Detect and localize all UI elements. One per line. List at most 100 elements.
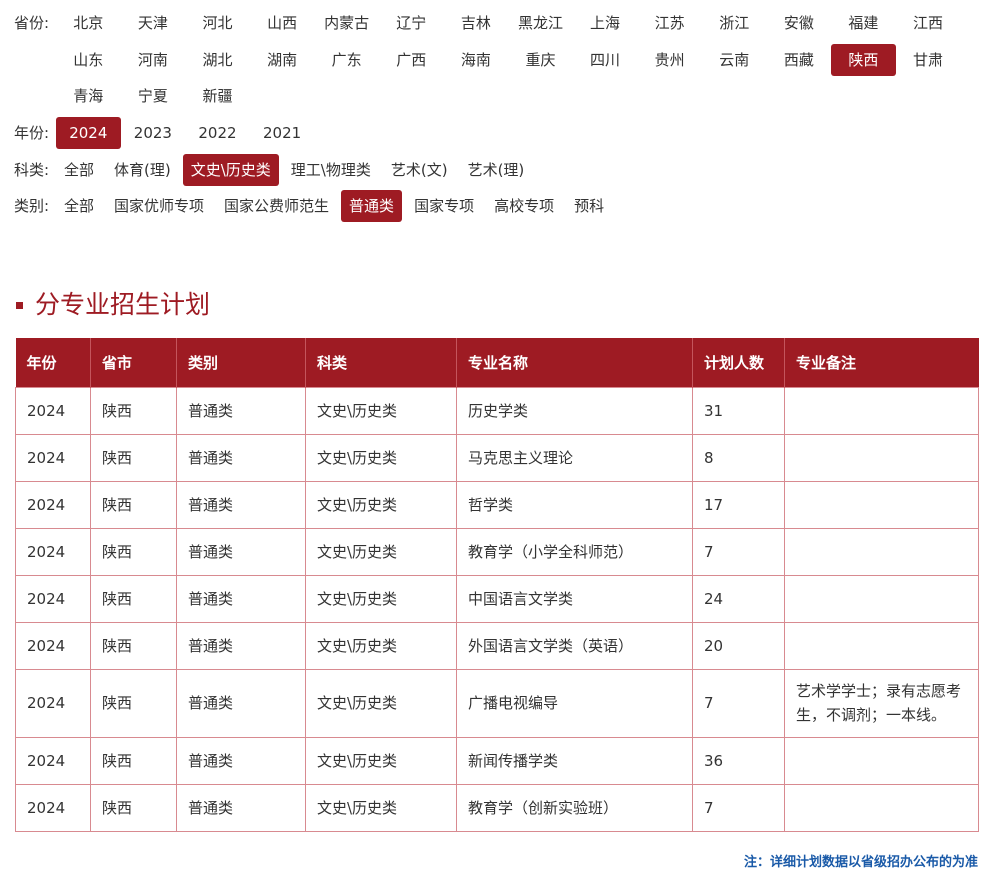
cell-category: 普通类 — [176, 433, 306, 482]
province-option[interactable]: 山东 — [56, 44, 121, 76]
province-option[interactable]: 陕西 — [831, 43, 896, 76]
province-option[interactable]: 四川 — [573, 44, 638, 76]
subject-option[interactable]: 艺术(文) — [383, 154, 456, 186]
province-option[interactable]: 青海 — [56, 80, 121, 112]
province-option[interactable]: 天津 — [121, 7, 186, 39]
province-option[interactable]: 江苏 — [637, 7, 702, 39]
cell-major-name: 马克思主义理论 — [456, 433, 693, 482]
subject-option[interactable]: 理工\物理类 — [283, 154, 379, 186]
subject-option[interactable]: 全部 — [56, 154, 102, 186]
cell-year: 2024 — [15, 386, 91, 435]
year-option[interactable]: 2022 — [185, 117, 250, 149]
table-row: 2024 陕西 普通类 文史\历史类 哲学类 17 — [15, 480, 979, 529]
subject-option[interactable]: 体育(理) — [106, 154, 179, 186]
cell-province: 陕西 — [90, 574, 177, 623]
province-option[interactable]: 贵州 — [637, 44, 702, 76]
category-option[interactable]: 国家优师专项 — [106, 190, 212, 222]
province-option[interactable]: 广东 — [314, 44, 379, 76]
province-option[interactable]: 辽宁 — [379, 7, 444, 39]
cell-plan-count: 7 — [692, 668, 785, 738]
cell-major-note — [784, 527, 979, 576]
title-bullet-icon — [16, 301, 23, 309]
cell-province: 陕西 — [90, 433, 177, 482]
province-option[interactable]: 重庆 — [508, 44, 573, 76]
province-option[interactable]: 湖北 — [185, 44, 250, 76]
category-filter-label: 类别: — [14, 197, 50, 215]
province-option[interactable]: 河南 — [121, 44, 186, 76]
subject-options: 全部 体育(理) 文史\历史类 理工\物理类 艺术(文) 艺术(理) — [56, 154, 1000, 186]
cell-province: 陕西 — [90, 527, 177, 576]
cell-province: 陕西 — [90, 668, 177, 738]
cell-major-name: 哲学类 — [456, 480, 693, 529]
category-option[interactable]: 国家公费师范生 — [216, 190, 337, 222]
category-option[interactable]: 全部 — [56, 190, 102, 222]
cell-category: 普通类 — [176, 783, 306, 832]
province-option[interactable]: 河北 — [185, 7, 250, 39]
province-option[interactable]: 云南 — [702, 44, 767, 76]
province-option[interactable]: 上海 — [573, 7, 638, 39]
cell-year: 2024 — [15, 621, 91, 670]
province-option[interactable]: 广西 — [379, 44, 444, 76]
cell-year: 2024 — [15, 527, 91, 576]
province-option[interactable]: 西藏 — [767, 44, 832, 76]
province-option[interactable]: 福建 — [831, 7, 896, 39]
cell-plan-count: 20 — [692, 621, 785, 670]
subject-option[interactable]: 艺术(理) — [460, 154, 533, 186]
cell-year: 2024 — [15, 480, 91, 529]
cell-major-note — [784, 480, 979, 529]
subject-filter-row: 科类: 全部 体育(理) 文史\历史类 理工\物理类 艺术(文) 艺术(理) — [0, 154, 1000, 186]
table-row: 2024 陕西 普通类 文史\历史类 外国语言文学类（英语） 20 — [15, 621, 979, 670]
province-option[interactable]: 内蒙古 — [314, 7, 379, 39]
province-option[interactable]: 浙江 — [702, 7, 767, 39]
cell-year: 2024 — [15, 736, 91, 785]
category-option[interactable]: 普通类 — [341, 190, 403, 222]
cell-province: 陕西 — [90, 783, 177, 832]
year-filter-label: 年份: — [14, 124, 50, 142]
cell-major-name: 历史学类 — [456, 386, 693, 435]
year-option[interactable]: 2021 — [250, 117, 315, 149]
cell-year: 2024 — [15, 668, 91, 738]
table-row: 2024 陕西 普通类 文史\历史类 新闻传播学类 36 — [15, 736, 979, 785]
subject-filter-label: 科类: — [14, 161, 50, 179]
year-option[interactable]: 2023 — [121, 117, 186, 149]
year-option[interactable]: 2024 — [56, 117, 121, 149]
page-title: 分专业招生计划 — [35, 290, 211, 319]
category-option[interactable]: 预科 — [566, 190, 612, 222]
table-row: 2024 陕西 普通类 文史\历史类 广播电视编导 7 艺术学学士；录有志愿考生，不调剂；一… — [15, 668, 979, 738]
table-header-row: 年份 省市 类别 科类 专业名称 计划人数 专业备注 — [15, 338, 979, 387]
cell-plan-count: 24 — [692, 574, 785, 623]
province-option[interactable]: 山西 — [250, 7, 315, 39]
province-option[interactable]: 北京 — [56, 7, 121, 39]
province-option[interactable]: 江西 — [896, 7, 961, 39]
cell-category: 普通类 — [176, 621, 306, 670]
cell-plan-count: 7 — [692, 527, 785, 576]
province-option[interactable]: 宁夏 — [121, 80, 186, 112]
cell-plan-count: 8 — [692, 433, 785, 482]
category-option[interactable]: 高校专项 — [486, 190, 562, 222]
province-option[interactable]: 黑龙江 — [508, 7, 573, 39]
province-option[interactable]: 湖南 — [250, 44, 315, 76]
cell-subject: 文史\历史类 — [305, 736, 457, 785]
province-option[interactable]: 吉林 — [444, 7, 509, 39]
cell-major-name: 教育学（创新实验班） — [456, 783, 693, 832]
table-row: 2024 陕西 普通类 文史\历史类 中国语言文学类 24 — [15, 574, 979, 623]
cell-major-note — [784, 386, 979, 435]
cell-subject: 文史\历史类 — [305, 527, 457, 576]
year-options: 2024 2023 2022 2021 — [56, 117, 1000, 149]
cell-major-name: 新闻传播学类 — [456, 736, 693, 785]
cell-plan-count: 7 — [692, 783, 785, 832]
cell-major-name: 中国语言文学类 — [456, 574, 693, 623]
cell-major-name: 外国语言文学类（英语） — [456, 621, 693, 670]
cell-year: 2024 — [15, 783, 91, 832]
province-option[interactable]: 安徽 — [767, 7, 832, 39]
column-header-category: 类别 — [176, 338, 306, 387]
column-header-major-name: 专业名称 — [456, 338, 693, 387]
province-option[interactable]: 甘肃 — [896, 44, 961, 76]
cell-subject: 文史\历史类 — [305, 433, 457, 482]
province-option[interactable]: 新疆 — [185, 80, 250, 112]
category-options: 全部 国家优师专项 国家公费师范生 普通类 国家专项 高校专项 预科 — [56, 190, 1000, 222]
cell-major-note — [784, 574, 979, 623]
category-option[interactable]: 国家专项 — [406, 190, 482, 222]
province-option[interactable]: 海南 — [444, 44, 509, 76]
subject-option[interactable]: 文史\历史类 — [182, 154, 279, 186]
